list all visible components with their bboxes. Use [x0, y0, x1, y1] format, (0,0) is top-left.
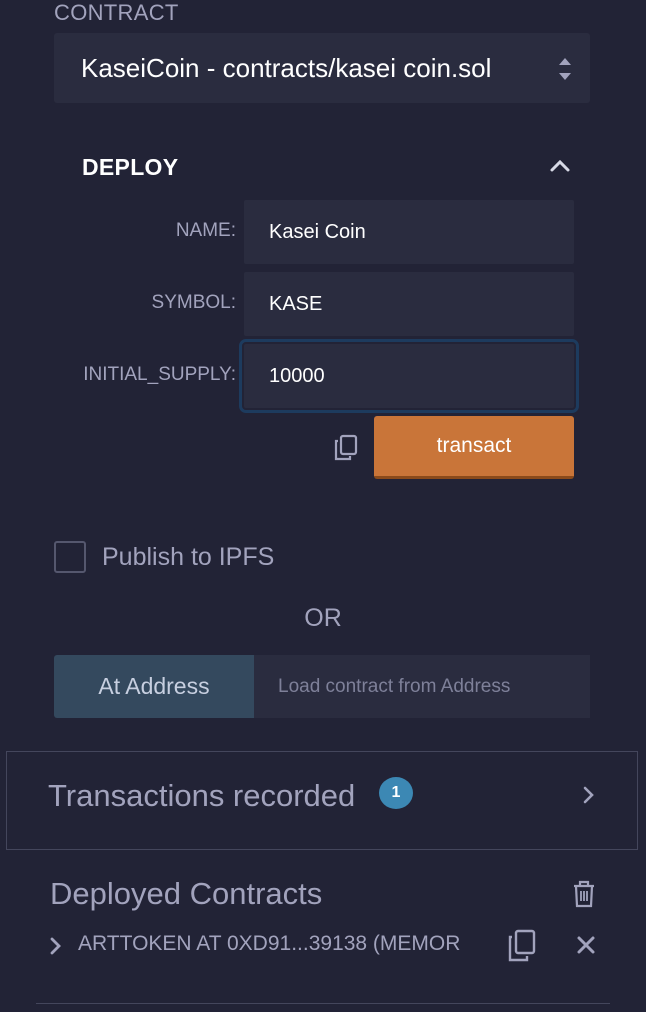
symbol-field-label: SYMBOL: [151, 292, 236, 313]
transactions-count-badge: 1 [379, 777, 413, 809]
select-arrows-icon [558, 55, 572, 83]
divider [36, 1003, 610, 1004]
contract-select[interactable]: KaseiCoin - contracts/kasei coin.sol [54, 33, 590, 103]
copy-icon[interactable] [333, 434, 359, 462]
publish-ipfs-checkbox[interactable] [54, 541, 86, 573]
copy-address-icon[interactable] [506, 929, 538, 963]
address-input[interactable]: Load contract from Address [254, 655, 590, 718]
contract-label: CONTRACT [54, 0, 179, 25]
trash-icon[interactable] [571, 879, 597, 909]
initial-supply-field[interactable]: 10000 [239, 339, 579, 413]
at-address-button[interactable]: At Address [54, 655, 254, 718]
deploy-title: DEPLOY [82, 154, 179, 180]
chevron-right-icon[interactable] [580, 784, 598, 806]
or-divider-label: OR [304, 604, 342, 632]
transact-button[interactable]: transact [374, 416, 574, 479]
deployed-contracts-title: Deployed Contracts [50, 876, 323, 911]
chevron-up-icon[interactable] [549, 157, 571, 173]
close-icon[interactable] [575, 934, 597, 956]
publish-ipfs-label: Publish to IPFS [102, 543, 275, 571]
transactions-title: Transactions recorded [48, 778, 356, 813]
contract-select-value: KaseiCoin - contracts/kasei coin.sol [81, 52, 492, 83]
deployed-item-expand-icon[interactable] [47, 934, 65, 958]
name-field[interactable]: Kasei Coin [244, 200, 574, 264]
name-field-label: NAME: [175, 220, 236, 241]
symbol-field[interactable]: KASE [244, 272, 574, 336]
initial-supply-field-label: INITIAL_SUPPLY: [83, 364, 236, 385]
deployed-contract-item[interactable]: ARTTOKEN AT 0XD91...39138 (MEMOR [78, 932, 460, 956]
